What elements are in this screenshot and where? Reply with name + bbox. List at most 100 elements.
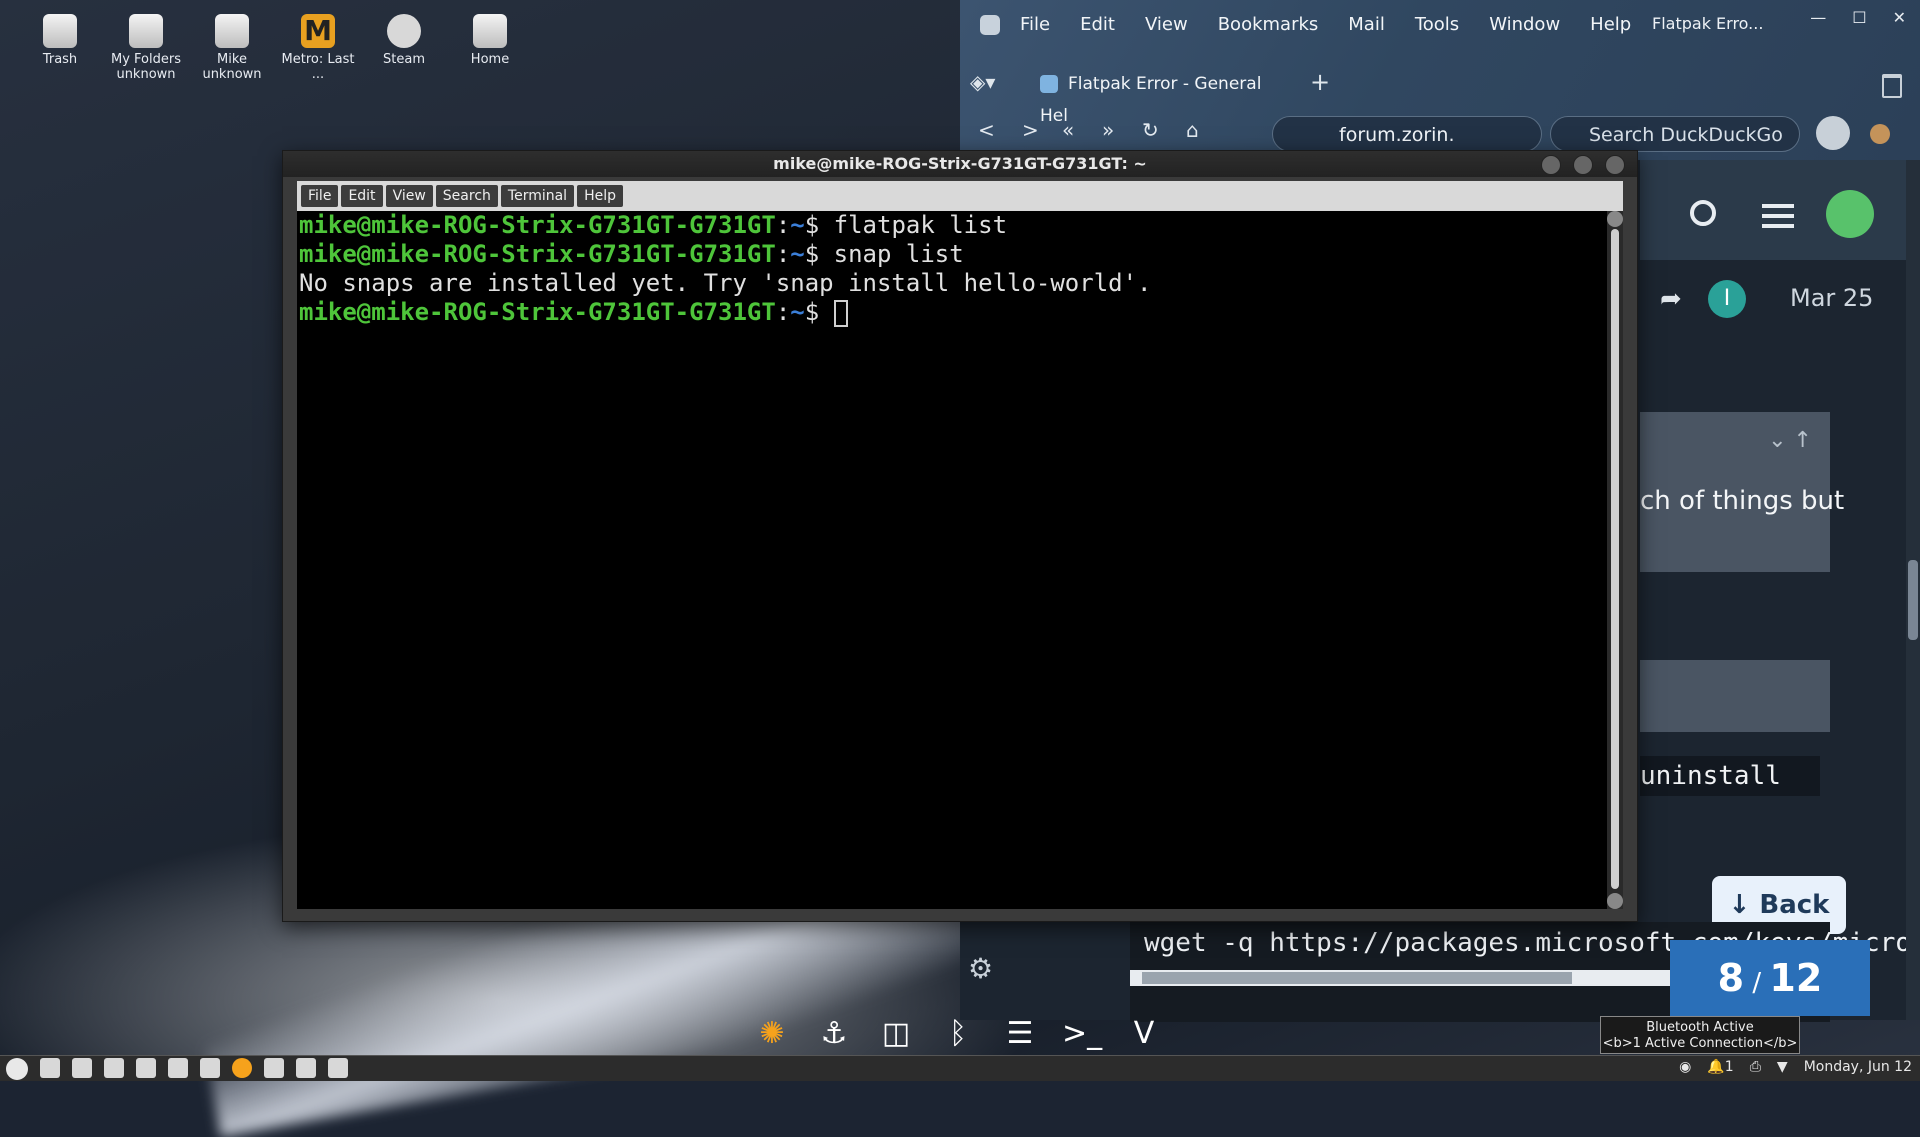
profile-avatar[interactable] (1816, 116, 1850, 150)
vivaldi-icon[interactable] (328, 1058, 348, 1078)
desktop-icon-trash[interactable]: Trash (20, 10, 100, 82)
desktop-icon-home[interactable]: Home (450, 10, 530, 82)
desktop-icon-mike[interactable]: Mike unknown (192, 10, 272, 82)
anchor-icon[interactable]: ⚓ (814, 1014, 854, 1054)
terminal-window: mike@mike-ROG-Strix-G731GT-G731GT: ~ Fil… (282, 150, 1638, 922)
terminal-menu-file[interactable]: File (301, 185, 339, 207)
clock[interactable]: Monday, Jun 12 (1804, 1059, 1912, 1075)
home-icon[interactable]: ⌂ (1186, 118, 1199, 142)
terminal-menu-edit[interactable]: Edit (341, 185, 383, 207)
user-avatar[interactable] (1826, 190, 1874, 238)
window-controls: — ☐ ✕ (1810, 8, 1906, 27)
desktop-icon-metro[interactable]: M Metro: Last ... (278, 10, 358, 82)
terminal-menu-search[interactable]: Search (435, 185, 498, 207)
forward-icon[interactable]: > (1022, 118, 1039, 142)
browser-menu-edit[interactable]: Edit (1080, 14, 1115, 35)
start-menu-icon[interactable] (6, 1058, 28, 1080)
desktop-icon-my-folders[interactable]: My Folders unknown (106, 10, 186, 82)
page-scrollbar[interactable] (1906, 160, 1920, 1020)
closed-tabs-trash-icon[interactable] (1882, 74, 1902, 98)
cookie-icon[interactable] (1870, 124, 1890, 144)
terminal-menu-help[interactable]: Help (577, 185, 623, 207)
browser-menu-bookmarks[interactable]: Bookmarks (1218, 14, 1319, 35)
terminal-line: No snaps are installed yet. Try 'snap in… (299, 269, 1607, 298)
browser-chrome: File Edit View Bookmarks Mail Tools Wind… (960, 0, 1920, 160)
menu-list-icon[interactable]: ☰ (1000, 1014, 1040, 1054)
close-icon[interactable] (1605, 155, 1625, 175)
compass-icon[interactable] (168, 1058, 188, 1078)
home-folder-icon (473, 14, 507, 48)
quote-expand-icon[interactable]: ⌄ ↑ (1768, 428, 1812, 453)
terminal-titlebar[interactable]: mike@mike-ROG-Strix-G731GT-G731GT: ~ (283, 151, 1637, 177)
desktop-icon-steam[interactable]: Steam (364, 10, 444, 82)
terminal-scrollbar-thumb[interactable] (1611, 229, 1619, 889)
tray-circle-icon[interactable]: ◉ (1679, 1059, 1691, 1075)
vivaldi-icon[interactable]: V (1124, 1014, 1164, 1054)
code-scrollbar-thumb[interactable] (1142, 972, 1572, 984)
bluetooth-icon[interactable]: ᛒ (938, 1014, 978, 1054)
inline-code: uninstall (1640, 756, 1820, 796)
prompt-symbol: $ (804, 240, 834, 268)
browser-menu-window[interactable]: Window (1489, 14, 1560, 35)
page-scrollbar-thumb[interactable] (1908, 560, 1918, 640)
reload-icon[interactable]: ↻ (1142, 118, 1159, 142)
terminal-menu-terminal[interactable]: Terminal (500, 185, 575, 207)
sun-app-icon[interactable] (232, 1058, 252, 1078)
window-icon[interactable] (72, 1058, 92, 1078)
terminal-title: mike@mike-ROG-Strix-G731GT-G731GT: ~ (773, 154, 1147, 173)
prompt-symbol: $ (804, 298, 834, 326)
tab-stack-icon[interactable]: ◈▾ (970, 70, 995, 94)
search-icon[interactable] (1690, 200, 1716, 226)
vivaldi-logo-icon[interactable] (980, 14, 1000, 35)
sun-app-icon[interactable]: ✺ (752, 1014, 792, 1054)
browser-menu-view[interactable]: View (1145, 14, 1188, 35)
printer-icon[interactable]: ⎙ (1750, 1059, 1761, 1075)
gear-icon[interactable]: ⚙ (968, 952, 1008, 992)
network-icon[interactable]: ▼ (1777, 1059, 1788, 1075)
prompt-user: mike@mike-ROG-Strix-G731GT-G731GT (299, 211, 776, 239)
maximize-icon[interactable] (1573, 155, 1593, 175)
post-date[interactable]: Mar 25 (1790, 284, 1873, 312)
scroll-up-icon[interactable] (1607, 211, 1623, 227)
back-icon[interactable]: < (978, 118, 995, 142)
reply-arrow-icon[interactable]: ➦ (1660, 284, 1682, 314)
terminal-output[interactable]: mike@mike-ROG-Strix-G731GT-G731GT:~$ fla… (297, 211, 1607, 909)
exit-icon[interactable] (104, 1058, 124, 1078)
terminal-menu-view[interactable]: View (385, 185, 433, 207)
rewind-icon[interactable]: « (1062, 118, 1074, 142)
search-placeholder: Search DuckDuckGo (1589, 124, 1783, 146)
desktop-icon-label: Mike (217, 52, 247, 67)
favicon-icon (1040, 75, 1058, 93)
terminal-icon[interactable]: >_ (1062, 1014, 1102, 1054)
file-manager-icon[interactable] (40, 1058, 60, 1078)
hamburger-menu-icon[interactable] (1762, 204, 1794, 208)
maximize-icon[interactable]: ☐ (1852, 8, 1866, 27)
tab-flatpak-error[interactable]: Flatpak Error - General Hel (1040, 68, 1280, 126)
terminal-icon[interactable] (296, 1058, 316, 1078)
terminal-scrollbar[interactable] (1607, 211, 1623, 909)
prompt-separator: : (775, 240, 791, 268)
prompt-separator: : (775, 211, 791, 239)
prompt-user: mike@mike-ROG-Strix-G731GT-G731GT (299, 240, 776, 268)
close-icon[interactable]: ✕ (1893, 8, 1906, 27)
browser-menu-help[interactable]: Help (1590, 14, 1631, 35)
steam-icon (387, 14, 421, 48)
address-bar[interactable]: forum.zorin. (1272, 116, 1542, 152)
user-initial-avatar[interactable]: I (1708, 280, 1746, 318)
minimize-icon[interactable] (1541, 155, 1561, 175)
camera-icon[interactable] (264, 1058, 284, 1078)
browser-menu-mail[interactable]: Mail (1348, 14, 1385, 35)
browser-menu-tools[interactable]: Tools (1415, 14, 1459, 35)
new-tab-icon[interactable]: + (1310, 68, 1330, 96)
search-field[interactable]: Search DuckDuckGo (1550, 116, 1800, 152)
notification-icon[interactable]: 🔔1 (1707, 1059, 1733, 1075)
gamepad-icon[interactable]: ◫ (876, 1014, 916, 1054)
terminal-window-controls (1541, 155, 1625, 175)
bluetooth-icon[interactable] (136, 1058, 156, 1078)
minimize-icon[interactable]: — (1810, 8, 1826, 27)
scroll-down-icon[interactable] (1607, 893, 1623, 909)
notes-icon[interactable] (200, 1058, 220, 1078)
topic-progress[interactable]: 8 / 12 (1670, 940, 1870, 1016)
browser-menu-file[interactable]: File (1020, 14, 1050, 35)
fast-forward-icon[interactable]: » (1102, 118, 1114, 142)
